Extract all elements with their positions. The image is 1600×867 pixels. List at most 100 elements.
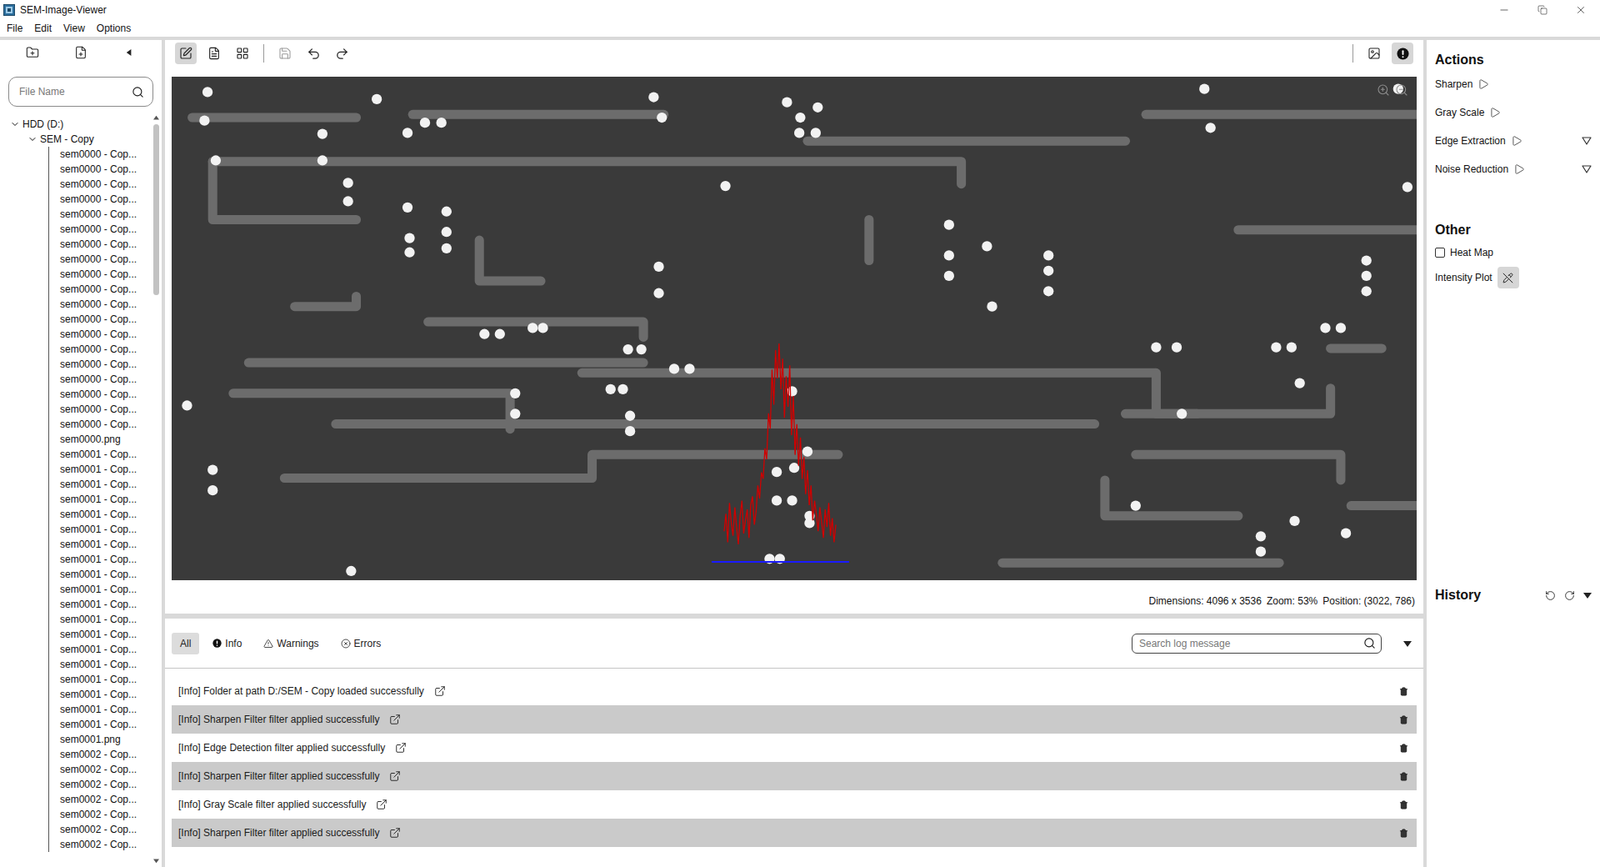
file-item[interactable]: sem0001 - Cop... <box>49 476 151 492</box>
log-filter-tab[interactable]: Warnings <box>255 632 327 655</box>
file-item[interactable]: sem0000 - Cop... <box>49 416 151 432</box>
heat-map-checkbox[interactable] <box>1435 247 1445 258</box>
run-action-button[interactable] <box>1510 135 1523 147</box>
file-item[interactable]: sem0001 - Cop... <box>49 671 151 687</box>
profile-line[interactable] <box>711 560 850 563</box>
action-options-button[interactable] <box>1581 135 1592 146</box>
open-folder-button[interactable] <box>21 41 44 64</box>
file-item[interactable]: sem0000 - Cop... <box>49 296 151 312</box>
log-menu-button[interactable] <box>1386 639 1415 648</box>
file-item[interactable]: sem0002 - Cop... <box>49 821 151 837</box>
close-button[interactable] <box>1561 0 1600 20</box>
file-item[interactable]: sem0002 - Cop... <box>49 761 151 777</box>
menu-item[interactable]: View <box>57 22 91 35</box>
file-item[interactable]: sem0001 - Cop... <box>49 491 151 507</box>
save-button[interactable] <box>274 42 296 65</box>
document-tool[interactable] <box>203 42 225 65</box>
file-item[interactable]: sem0000 - Cop... <box>49 266 151 282</box>
zoom-in-button[interactable] <box>1376 83 1390 97</box>
file-item[interactable]: sem0000 - Cop... <box>49 251 151 267</box>
file-item[interactable]: sem0001 - Cop... <box>49 701 151 717</box>
open-log-button[interactable] <box>375 798 388 810</box>
file-item[interactable]: sem0001 - Cop... <box>49 551 151 567</box>
minimize-button[interactable] <box>1485 0 1524 20</box>
log-toggle-button[interactable] <box>1391 42 1414 65</box>
folder-item[interactable]: SEM - Copy <box>6 131 151 147</box>
open-log-button[interactable] <box>389 826 401 839</box>
file-item[interactable]: sem0001 - Cop... <box>49 716 151 732</box>
log-row[interactable]: [Info] Sharpen Filter filter applied suc… <box>171 705 1417 734</box>
log-row[interactable]: [Info] Sharpen Filter filter applied suc… <box>171 761 1417 790</box>
history-undo-button[interactable] <box>1545 590 1556 601</box>
file-item[interactable]: sem0000 - Cop... <box>49 176 151 192</box>
log-filter-tab[interactable]: All <box>171 632 200 655</box>
log-filter-tab[interactable]: Info <box>204 632 250 655</box>
undo-button[interactable] <box>302 42 325 65</box>
menu-item[interactable]: File <box>0 22 29 35</box>
image-canvas[interactable] <box>171 76 1417 580</box>
image-view-button[interactable] <box>1363 42 1385 65</box>
open-log-button[interactable] <box>389 713 401 725</box>
file-item[interactable]: sem0001.png <box>49 731 151 747</box>
file-item[interactable]: sem0000 - Cop... <box>49 326 151 342</box>
file-item[interactable]: sem0001 - Cop... <box>49 521 151 537</box>
file-item[interactable]: sem0000.png <box>49 431 151 447</box>
delete-log-button[interactable] <box>1399 686 1409 696</box>
scroll-thumb[interactable] <box>153 124 160 295</box>
intensity-plot-toggle[interactable] <box>1497 266 1520 289</box>
file-item[interactable]: sem0000 - Cop... <box>49 311 151 327</box>
file-item[interactable]: sem0000 - Cop... <box>49 401 151 417</box>
file-item[interactable]: sem0002 - Cop... <box>49 791 151 807</box>
file-item[interactable]: sem0002 - Cop... <box>49 776 151 792</box>
run-action-button[interactable] <box>1513 163 1525 175</box>
file-item[interactable]: sem0001 - Cop... <box>49 536 151 552</box>
zoom-out-button[interactable] <box>1395 83 1409 97</box>
file-item[interactable]: sem0002 - Cop... <box>49 806 151 822</box>
file-item[interactable]: sem0001 - Cop... <box>49 596 151 612</box>
file-item[interactable]: sem0002 - Cop... <box>49 746 151 762</box>
file-item[interactable]: sem0000 - Cop... <box>49 191 151 207</box>
file-item[interactable]: sem0001 - Cop... <box>49 506 151 522</box>
file-item[interactable]: sem0001 - Cop... <box>49 611 151 627</box>
log-search-input[interactable] <box>1137 636 1360 650</box>
redo-button[interactable] <box>330 42 353 65</box>
file-item[interactable]: sem0000 - Cop... <box>49 341 151 357</box>
file-item[interactable]: sem0001 - Cop... <box>49 461 151 477</box>
file-item[interactable]: sem0001 - Cop... <box>49 581 151 597</box>
file-item[interactable]: sem0000 - Cop... <box>49 236 151 252</box>
log-row[interactable]: [Info] Folder at path D:/SEM - Copy load… <box>171 676 1417 705</box>
file-item[interactable]: sem0000 - Cop... <box>49 371 151 387</box>
sem-image[interactable] <box>171 76 1417 580</box>
file-item[interactable]: sem0000 - Cop... <box>49 161 151 177</box>
open-log-button[interactable] <box>434 685 446 697</box>
grid-tool[interactable] <box>231 42 254 65</box>
file-item[interactable]: sem0000 - Cop... <box>49 281 151 297</box>
file-item[interactable]: sem0001 - Cop... <box>49 566 151 582</box>
file-item[interactable]: sem0001 - Cop... <box>49 656 151 672</box>
log-row[interactable]: [Info] Gray Scale filter applied success… <box>171 790 1417 819</box>
restore-button[interactable] <box>1523 0 1562 20</box>
log-row[interactable]: [Info] Edge Detection filter applied suc… <box>171 733 1417 762</box>
file-item[interactable]: sem0000 - Cop... <box>49 386 151 402</box>
run-action-button[interactable] <box>1489 106 1501 119</box>
file-item[interactable]: sem0001 - Cop... <box>49 641 151 657</box>
file-item[interactable]: sem0000 - Cop... <box>49 356 151 372</box>
file-search-input[interactable] <box>17 85 127 99</box>
edit-tool[interactable] <box>175 42 197 65</box>
tree-scrollbar[interactable] <box>150 111 162 867</box>
menu-item[interactable]: Options <box>90 22 137 35</box>
log-row[interactable]: [Info] Sharpen Filter filter applied suc… <box>171 818 1417 847</box>
run-action-button[interactable] <box>1477 78 1490 90</box>
heat-map-row[interactable]: Heat Map <box>1435 240 1592 265</box>
log-filter-tab[interactable]: Errors <box>332 632 390 655</box>
collapse-panel-button[interactable] <box>118 41 140 64</box>
open-log-button[interactable] <box>395 741 407 754</box>
history-redo-button[interactable] <box>1564 590 1575 601</box>
file-item[interactable]: sem0000 - Cop... <box>49 221 151 237</box>
file-item[interactable]: sem0000 - Cop... <box>49 206 151 222</box>
open-file-button[interactable] <box>70 41 92 64</box>
file-item[interactable]: sem0001 - Cop... <box>49 446 151 462</box>
delete-log-button[interactable] <box>1399 828 1409 838</box>
drive-item[interactable]: HDD (D:) <box>6 116 151 132</box>
action-options-button[interactable] <box>1581 164 1592 175</box>
